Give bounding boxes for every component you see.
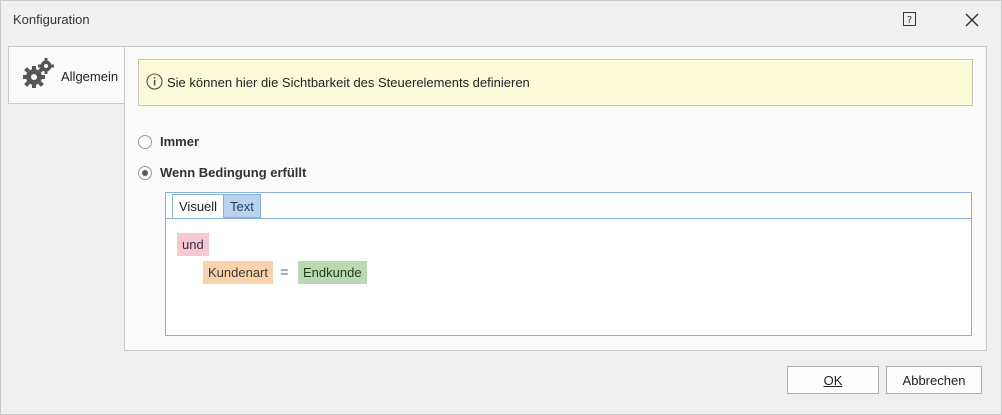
radio-wenn-bedingung[interactable]: Wenn Bedingung erfüllt [138,165,306,180]
nav-tab-label: Allgemein [61,69,119,84]
title-bar: Konfiguration ? [1,1,1001,39]
gears-icon [21,57,55,91]
cancel-button-label: Abbrechen [902,372,966,388]
condition-tabs: Visuell Text [166,193,971,219]
ok-button[interactable]: OK [787,366,879,394]
tab-visuell[interactable]: Visuell [172,194,225,218]
info-box: Sie können hier die Sichtbarkeit des Ste… [138,59,973,106]
tab-text[interactable]: Text [223,194,261,218]
content-panel: Sie können hier die Sichtbarkeit des Ste… [124,46,987,351]
value-token[interactable]: Endkunde [298,261,367,284]
configuration-dialog: Konfiguration ? Allgemein Sie können hie… [0,0,1002,415]
ok-button-label: OK [823,372,843,388]
radio-immer[interactable]: Immer [138,134,199,149]
close-icon[interactable] [963,11,981,29]
window-title: Konfiguration [13,12,90,27]
svg-text:?: ? [907,15,912,26]
radio-label: Wenn Bedingung erfüllt [160,165,307,180]
help-icon[interactable]: ? [903,12,917,27]
nav-tab-allgemein[interactable]: Allgemein [8,46,125,104]
condition-editor: Visuell Text und Kundenart = Endkunde [165,192,972,336]
radio-label: Immer [160,134,200,149]
info-text: Sie können hier die Sichtbarkeit des Ste… [167,75,530,90]
operator-token[interactable]: und [177,233,209,256]
radio-button-selected[interactable] [138,165,152,180]
cancel-button[interactable]: Abbrechen [886,366,982,394]
field-token[interactable]: Kundenart [203,261,273,284]
comparator-token[interactable]: = [280,261,289,284]
info-icon [146,73,163,90]
radio-button[interactable] [138,134,152,149]
